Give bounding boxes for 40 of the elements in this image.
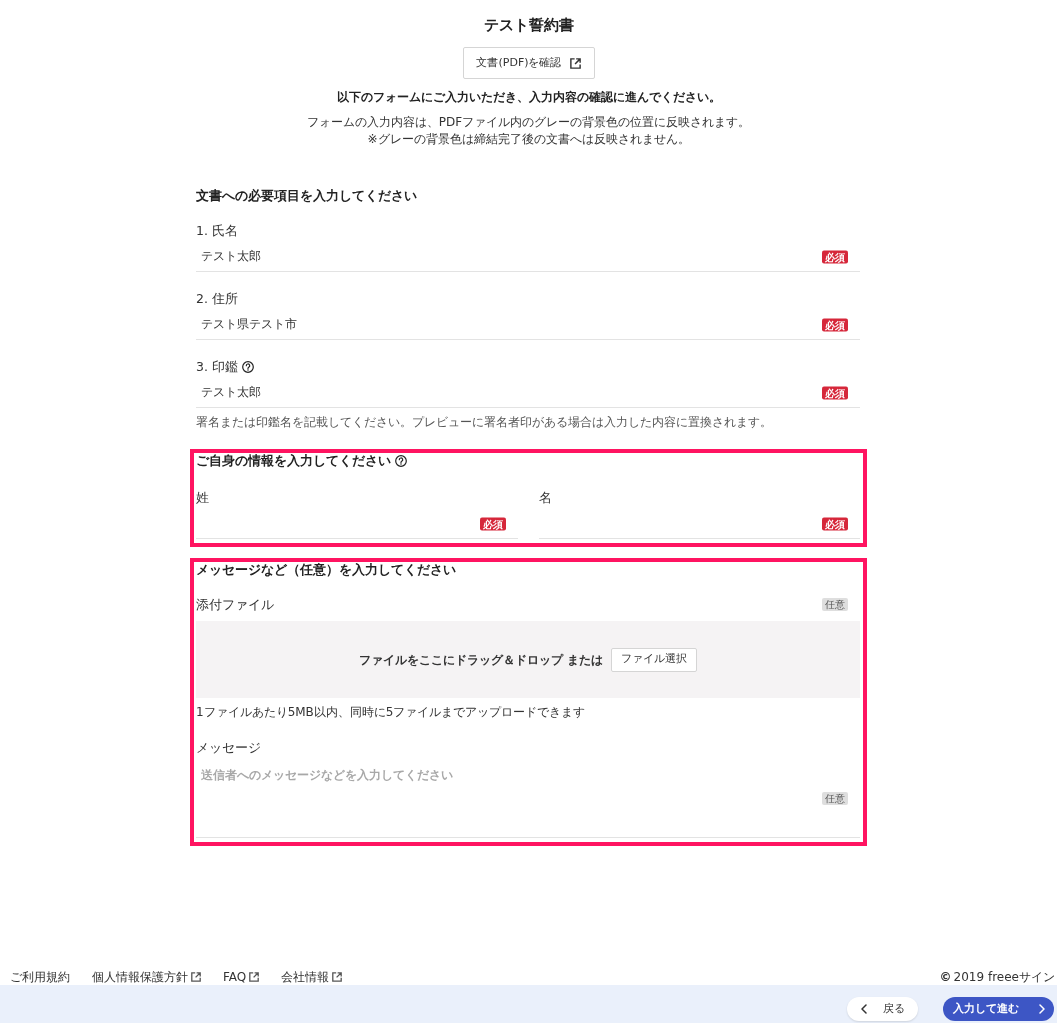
help-icon[interactable]	[241, 360, 254, 373]
required-tag: 必須	[822, 318, 848, 331]
drop-zone-text: ファイルをここにドラッグ＆ドロップ または	[358, 651, 604, 669]
field-label: 名	[538, 489, 552, 506]
optional-tag: 任意	[822, 598, 848, 611]
field-hint: 1ファイルあたり5MB以内、同時に5ファイルまでアップロードできます	[196, 704, 587, 720]
help-icon[interactable]	[395, 455, 407, 467]
copyright-text: 2019 freeeサイン	[953, 969, 1055, 985]
footer-link[interactable]: 会社情報	[281, 969, 343, 985]
field-hint: 署名または印鑑名を記載してください。プレビューに署名者印がある場合は入力した内容に置換されます。	[196, 414, 773, 430]
view-pdf-button[interactable]: 文書(PDF)を確認	[462, 47, 595, 79]
section-heading: メッセージなど（任意）を入力してください	[196, 562, 456, 578]
footer-link[interactable]: 個人情報保護方針	[92, 969, 201, 985]
chevron-right-icon	[1038, 1004, 1045, 1014]
footer-link[interactable]: ご利用規約	[10, 969, 70, 985]
instruction-text: 以下のフォームにご入力いただき、入力内容の確認に進んでください。	[335, 89, 722, 106]
field-label: 姓	[196, 489, 209, 506]
note-text: ※グレーの背景色は締結完了後の文書へは反映されません。	[366, 131, 691, 148]
required-tag: 必須	[822, 517, 848, 530]
required-tag: 必須	[479, 517, 506, 530]
field-label: 1. 氏名	[196, 222, 238, 239]
copyright-symbol: ©	[939, 969, 952, 985]
back-button[interactable]: 戻る	[847, 997, 918, 1021]
document-title: テスト誓約書	[482, 15, 575, 36]
next-button[interactable]: 入力して進む	[943, 997, 1054, 1021]
chevron-left-icon	[860, 1004, 867, 1014]
footer-link[interactable]: FAQ	[223, 969, 260, 985]
field-label: 2. 住所	[196, 290, 238, 307]
required-tag: 必須	[822, 250, 848, 263]
section-heading: ご自身の情報を入力してください	[196, 453, 391, 469]
required-tag: 必須	[822, 386, 848, 399]
section-heading: 文書への必要項目を入力してください	[196, 188, 417, 204]
file-drop-zone[interactable]: ファイルをここにドラッグ＆ドロップ または ファイル選択	[196, 621, 860, 698]
choose-file-button[interactable]: ファイル選択	[611, 647, 698, 672]
message-field[interactable]: 送信者へのメッセージなどを入力してください 任意	[196, 758, 860, 838]
field-label: 3. 印鑑	[196, 358, 238, 375]
field-label: メッセージ	[196, 740, 261, 755]
note-text: フォームの入力内容は、PDFファイル内のグレーの背景色の位置に反映されます。	[305, 114, 752, 131]
optional-tag: 任意	[822, 792, 848, 805]
field-label: 添付ファイル	[196, 596, 274, 613]
